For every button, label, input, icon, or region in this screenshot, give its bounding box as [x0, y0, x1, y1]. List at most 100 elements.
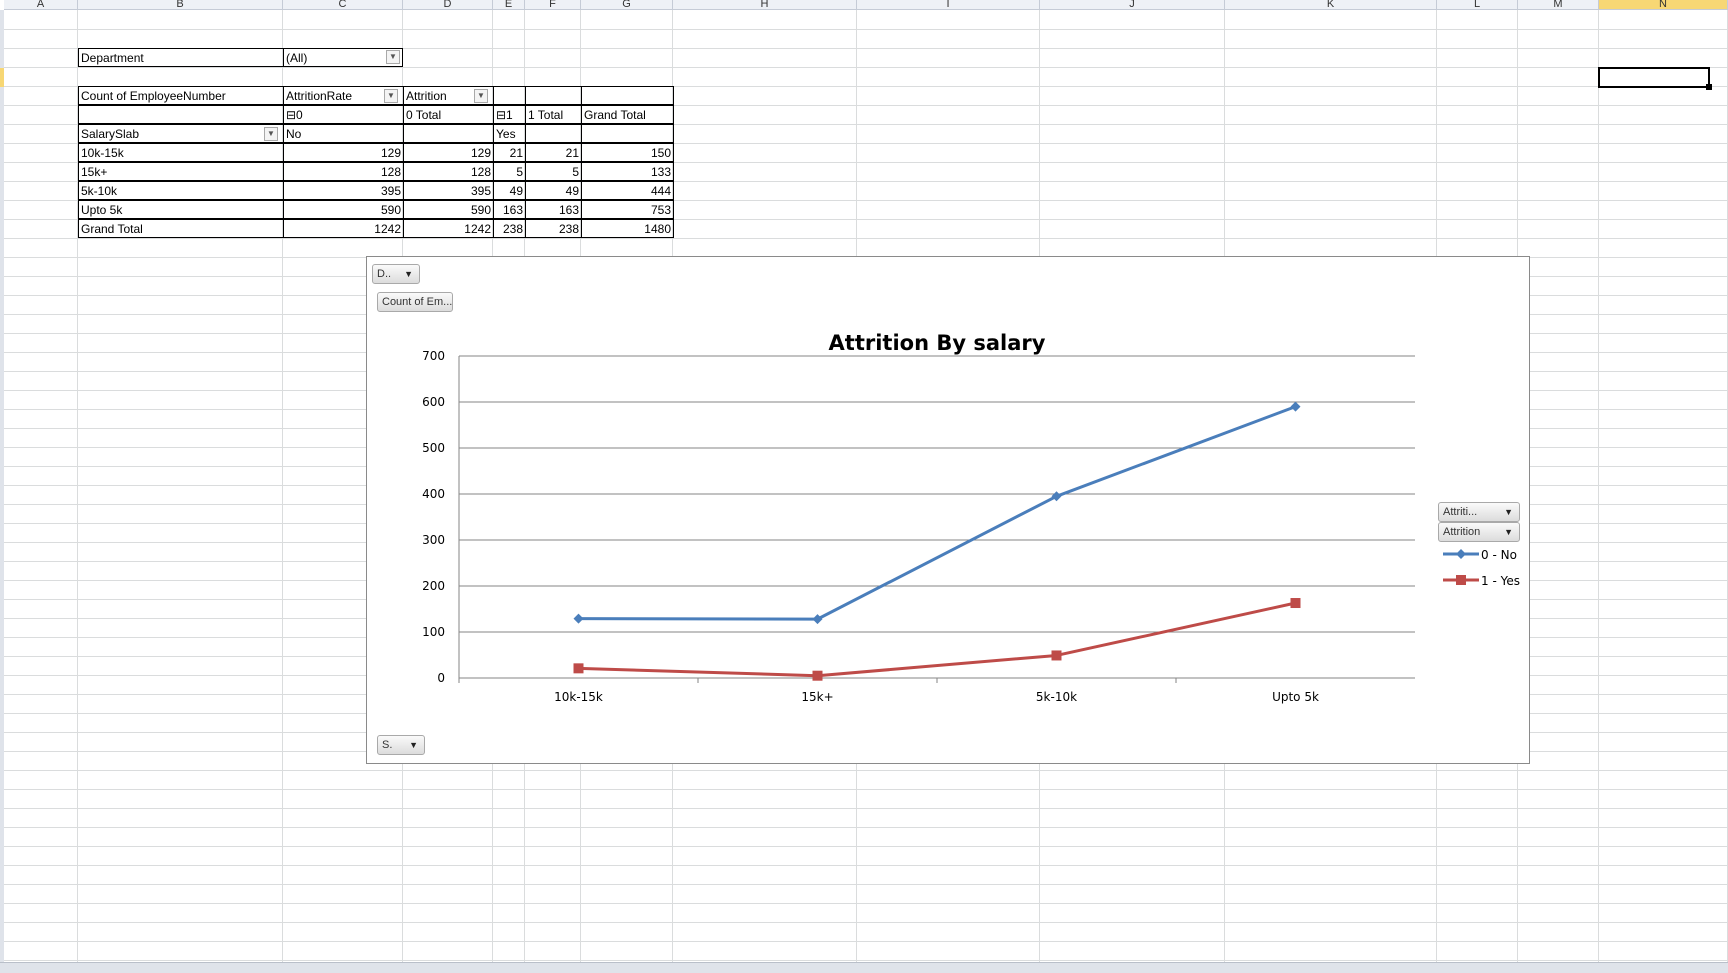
gridline — [4, 238, 1728, 239]
pivot-value-cell: 21 — [525, 143, 582, 162]
series-line-1 — [578, 601, 1296, 678]
column-filter-dropdown-icon[interactable]: ▼ — [384, 89, 398, 103]
sheet-tabs-bar — [0, 962, 1728, 973]
pivot-value-cell: 150 — [581, 143, 674, 162]
pivot-value-cell: 395 — [283, 181, 404, 200]
pivot-grand-total-header: Grand Total — [581, 105, 674, 124]
pivot-value-cell: 395 — [403, 181, 494, 200]
column-header-d[interactable]: D — [403, 0, 493, 10]
pivot-value-cell: 163 — [493, 200, 526, 219]
series-line-0 — [578, 405, 1297, 621]
legend-entry: 1 - Yes — [1481, 574, 1520, 588]
gridline — [4, 770, 1728, 771]
column-header-g[interactable]: G — [581, 0, 673, 10]
pivot-value-cell: 128 — [403, 162, 494, 181]
pivot-header-blank — [525, 86, 582, 105]
x-tick-label: 10k-15k — [554, 690, 603, 704]
pivot-value-cell: 238 — [493, 219, 526, 238]
pivot-value-cell: 1480 — [581, 219, 674, 238]
x-tick-label: Upto 5k — [1272, 690, 1319, 704]
gridline — [4, 922, 1728, 923]
y-tick-label: 700 — [422, 349, 445, 363]
column-header-f[interactable]: F — [525, 0, 581, 10]
chart-plot: Attrition By salary 0 100 200 300 400 500 600 70… — [422, 331, 1520, 704]
pivot-value-cell: 590 — [283, 200, 404, 219]
data-point — [1051, 650, 1062, 661]
data-point — [1051, 491, 1062, 502]
y-tick-label: 500 — [422, 441, 445, 455]
pivot-value-cell: 129 — [403, 143, 494, 162]
gridline — [4, 903, 1728, 904]
pivot-values-label: Count of EmployeeNumber — [78, 86, 284, 105]
gridline — [4, 29, 1728, 30]
pivot-value-cell: 753 — [581, 200, 674, 219]
pivot-value-cell: 129 — [283, 143, 404, 162]
pivot-group-1-total: 1 Total — [525, 105, 582, 124]
pivot-value-cell: 590 — [403, 200, 494, 219]
pivot-filter-dropdown[interactable]: (All) — [283, 48, 403, 67]
pivot-row-label: Grand Total — [78, 219, 284, 238]
column-filter-dropdown-icon[interactable]: ▼ — [474, 89, 488, 103]
pivot-value-cell: 49 — [525, 181, 582, 200]
column-header-h[interactable]: H — [673, 0, 857, 10]
pivot-value-cell: 444 — [581, 181, 674, 200]
pivot-chart[interactable]: D.. ▼ Count of Em... S. ▼ Attriti... ▼ Attr… — [366, 256, 1530, 764]
legend-marker — [1456, 549, 1466, 559]
y-tick-label: 100 — [422, 625, 445, 639]
pivot-row-label: 15k+ — [78, 162, 284, 181]
pivot-value-cell: 163 — [525, 200, 582, 219]
pivot-group-0: ⊟0 — [283, 105, 404, 124]
pivot-value-cell: 238 — [525, 219, 582, 238]
y-tick-label: 0 — [437, 671, 445, 685]
pivot-header-blank — [78, 105, 284, 124]
gridline — [4, 827, 1728, 828]
pivot-header-blank — [493, 86, 526, 105]
pivot-row-label: 10k-15k — [78, 143, 284, 162]
gridline — [1598, 10, 1599, 962]
pivot-group-0-total: 0 Total — [403, 105, 494, 124]
gridline — [4, 865, 1728, 866]
pivot-value-cell: 5 — [525, 162, 582, 181]
chart-title: Attrition By salary — [829, 331, 1046, 355]
gridline — [4, 789, 1728, 790]
sort-filter-dropdown-icon[interactable]: ▼ — [264, 127, 278, 141]
legend-entry: 0 - No — [1481, 548, 1517, 562]
pivot-subheader-no: No — [283, 124, 404, 143]
column-header-c[interactable]: C — [283, 0, 403, 10]
pivot-value-cell: 1242 — [283, 219, 404, 238]
column-header-m[interactable]: M — [1518, 0, 1599, 10]
fill-handle[interactable] — [1706, 84, 1712, 90]
pivot-group-1: ⊟1 — [493, 105, 526, 124]
data-point — [1290, 401, 1301, 412]
pivot-value-cell: 21 — [493, 143, 526, 162]
pivot-row-label: 5k-10k — [78, 181, 284, 200]
pivot-value-cell: 128 — [283, 162, 404, 181]
pivot-row-field-salaryslab[interactable]: SalarySlab — [78, 124, 284, 143]
column-header-k[interactable]: K — [1225, 0, 1437, 10]
row-header-selected[interactable] — [0, 68, 4, 87]
column-header-j[interactable]: J — [1040, 0, 1225, 10]
gridline — [4, 941, 1728, 942]
active-cell[interactable] — [1598, 67, 1710, 88]
pivot-value-cell: 1242 — [403, 219, 494, 238]
column-header-b[interactable]: B — [78, 0, 283, 10]
x-tick-label: 15k+ — [801, 690, 833, 704]
y-tick-label: 600 — [422, 395, 445, 409]
row-header-strip[interactable] — [0, 10, 4, 962]
y-tick-label: 300 — [422, 533, 445, 547]
column-header-a[interactable]: A — [4, 0, 78, 10]
column-header-l[interactable]: L — [1437, 0, 1518, 10]
filter-dropdown-arrow-icon[interactable]: ▼ — [386, 50, 400, 64]
pivot-subheader-yes: Yes — [493, 124, 526, 143]
pivot-value-cell: 133 — [581, 162, 674, 181]
pivot-filter-label: Department — [78, 48, 284, 67]
column-header-e[interactable]: E — [493, 0, 525, 10]
column-header-n[interactable]: N — [1599, 0, 1728, 10]
column-header-i[interactable]: I — [857, 0, 1040, 10]
pivot-row-label: Upto 5k — [78, 200, 284, 219]
data-point — [573, 663, 584, 674]
gridline — [4, 846, 1728, 847]
data-point — [1290, 598, 1301, 609]
pivot-header-blank — [581, 124, 674, 143]
data-point — [573, 613, 584, 624]
